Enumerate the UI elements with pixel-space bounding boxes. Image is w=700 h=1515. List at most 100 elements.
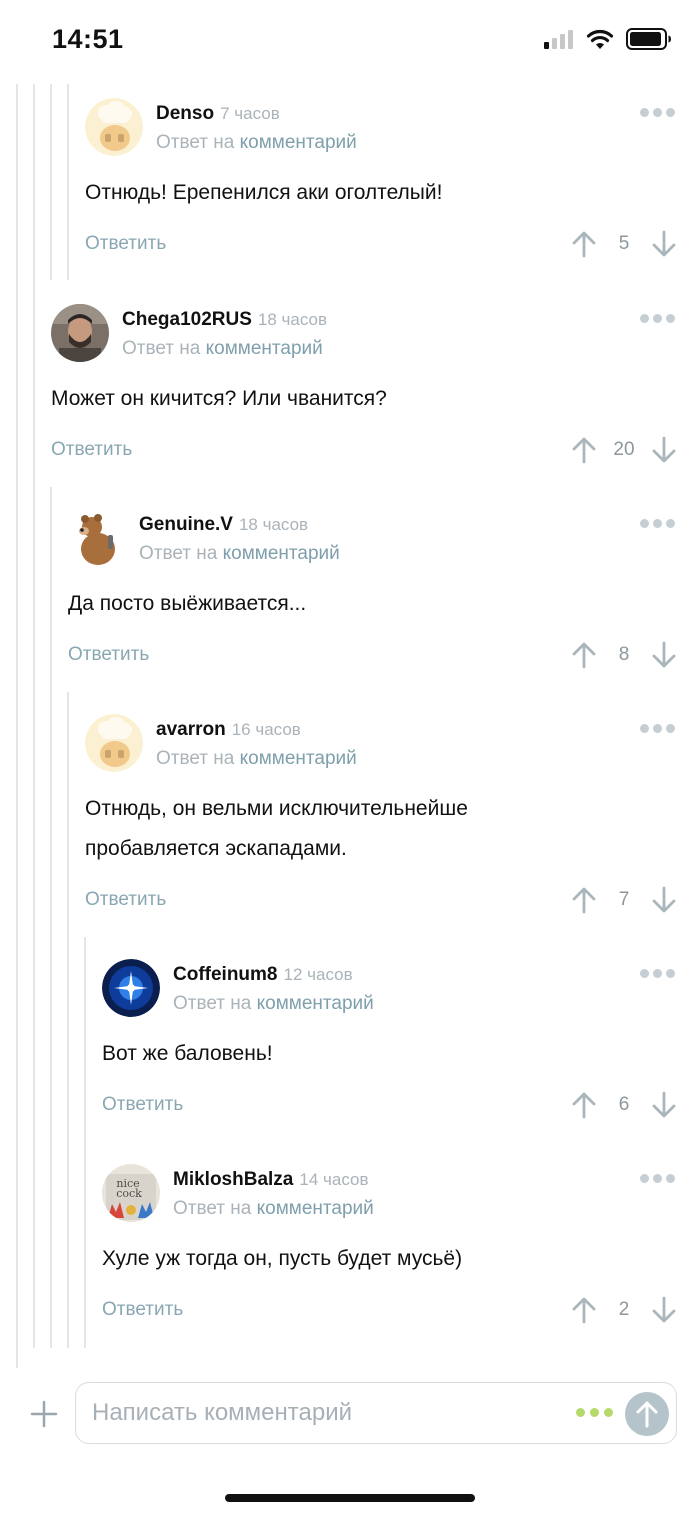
wifi-icon	[586, 29, 614, 49]
comment-score: 8	[618, 644, 630, 665]
status-time: 14:51	[52, 24, 124, 54]
comment-time: 18 часов	[238, 515, 309, 534]
comment-body: Вот же баловень!	[102, 1042, 273, 1065]
bear-avatar-icon	[68, 509, 126, 567]
thread-line	[67, 84, 69, 280]
vote-controls: 5	[571, 230, 677, 258]
avatar[interactable]	[85, 714, 143, 772]
vote-controls: 7	[571, 886, 677, 914]
reply-button[interactable]: Ответить	[102, 1299, 183, 1321]
send-button[interactable]	[625, 1392, 669, 1436]
vote-controls: 6	[571, 1091, 677, 1119]
downvote-icon[interactable]	[651, 436, 677, 464]
downvote-icon[interactable]	[651, 886, 677, 914]
comment: Genuine.V 18 часов Ответ на комментарий Д…	[68, 509, 680, 679]
comment: Denso 7 часов Ответ на комментарий Отнюдь…	[85, 98, 680, 268]
thread-line	[50, 84, 52, 280]
comment-body: Да посто выёживается...	[68, 592, 307, 615]
more-options-icon[interactable]	[640, 969, 675, 978]
upvote-icon[interactable]	[571, 230, 597, 258]
thread-line	[67, 692, 69, 1348]
reply-to: Ответ на комментарий	[139, 543, 340, 564]
reply-button[interactable]: Ответить	[68, 644, 149, 666]
embroidery-avatar-icon: nice cock	[102, 1164, 160, 1222]
downvote-icon[interactable]	[651, 641, 677, 669]
avatar[interactable]	[68, 509, 126, 567]
thread-line	[16, 84, 18, 1368]
more-icon[interactable]	[576, 1408, 613, 1417]
reply-button[interactable]: Ответить	[85, 889, 166, 911]
signal-icon	[544, 30, 573, 49]
comment-score: 2	[618, 1299, 630, 1320]
reply-to: Ответ на комментарий	[156, 132, 357, 153]
comment-body: Отнюдь, он вельми исключительнейше проба…	[85, 789, 468, 869]
avatar[interactable]: nice cock	[102, 1164, 160, 1222]
author-name[interactable]: Genuine.V 18 часов	[139, 514, 308, 536]
comment-body: Может он кичится? Или чванится?	[51, 387, 387, 410]
author-name[interactable]: Chega102RUS 18 часов	[122, 309, 327, 331]
downvote-icon[interactable]	[651, 1091, 677, 1119]
reply-button[interactable]: Ответить	[85, 233, 166, 255]
more-options-icon[interactable]	[640, 1174, 675, 1183]
parent-comment-link[interactable]: комментарий	[206, 338, 323, 359]
upvote-icon[interactable]	[571, 1296, 597, 1324]
more-options-icon[interactable]	[640, 519, 675, 528]
comment: avarron 16 часов Ответ на комментарий Отн…	[85, 714, 680, 924]
downvote-icon[interactable]	[651, 230, 677, 258]
more-options-icon[interactable]	[640, 314, 675, 323]
author-name[interactable]: Coffeinum8 12 часов	[173, 964, 353, 986]
avatar[interactable]	[102, 959, 160, 1017]
chef-avatar-icon	[85, 714, 143, 772]
status-bar: 14:51	[0, 0, 700, 84]
author-name[interactable]: Denso 7 часов	[156, 103, 280, 125]
comment-time: 16 часов	[231, 720, 301, 739]
reply-to: Ответ на комментарий	[173, 993, 374, 1014]
blue-star-avatar-icon	[102, 959, 160, 1017]
comment-body: Хуле уж тогда он, пусть будет мусьё)	[102, 1247, 463, 1270]
avatar-text: cock	[116, 1187, 142, 1200]
comment-score: 7	[618, 889, 630, 910]
upvote-icon[interactable]	[571, 886, 597, 914]
home-indicator	[225, 1494, 475, 1502]
author-name[interactable]: MikloshBalza 14 часов	[173, 1169, 369, 1191]
reply-button[interactable]: Ответить	[51, 439, 132, 461]
downvote-icon[interactable]	[651, 1296, 677, 1324]
thread-line	[33, 84, 35, 1348]
avatar[interactable]	[85, 98, 143, 156]
parent-comment-link[interactable]: комментарий	[240, 132, 357, 153]
upvote-icon[interactable]	[571, 436, 597, 464]
comment-time: 14 часов	[299, 1170, 369, 1189]
parent-comment-link[interactable]: комментарий	[240, 748, 357, 769]
more-options-icon[interactable]	[640, 108, 675, 117]
upvote-icon[interactable]	[571, 1091, 597, 1119]
parent-comment-link[interactable]: комментарий	[257, 993, 374, 1014]
chef-avatar-icon	[85, 98, 143, 156]
comment-time: 12 часов	[283, 965, 353, 984]
comment-time: 18 часов	[257, 310, 328, 329]
arrow-up-icon	[636, 1401, 658, 1428]
author-name[interactable]: avarron 16 часов	[156, 719, 301, 741]
comment-score: 6	[618, 1094, 630, 1115]
comment: nice cock MikloshBalza 14 часов Ответ на …	[102, 1164, 680, 1334]
reply-button[interactable]: Ответить	[102, 1094, 183, 1116]
comment-score: 20	[613, 439, 635, 460]
more-options-icon[interactable]	[640, 724, 675, 733]
upvote-icon[interactable]	[571, 641, 597, 669]
reply-to: Ответ на комментарий	[156, 748, 357, 769]
parent-comment-link[interactable]: комментарий	[257, 1198, 374, 1219]
comment-composer	[75, 1382, 677, 1444]
parent-comment-link[interactable]: комментарий	[223, 543, 340, 564]
reply-to: Ответ на комментарий	[122, 338, 323, 359]
comment-input[interactable]	[92, 1395, 552, 1431]
thread-line	[84, 937, 86, 1348]
vote-controls: 8	[571, 641, 677, 669]
avatar[interactable]	[51, 304, 109, 362]
add-attachment-icon[interactable]	[30, 1400, 58, 1428]
comment-body-line: Отнюдь, он вельми исключительнейше	[85, 797, 468, 820]
battery-icon	[626, 28, 671, 50]
vote-controls: 20	[571, 436, 677, 464]
comment: Chega102RUS 18 часов Ответ на комментарий…	[51, 304, 680, 474]
comment-score: 5	[618, 233, 630, 254]
comment-time: 7 часов	[220, 104, 280, 123]
comment: Coffeinum8 12 часов Ответ на комментарий …	[102, 959, 680, 1129]
